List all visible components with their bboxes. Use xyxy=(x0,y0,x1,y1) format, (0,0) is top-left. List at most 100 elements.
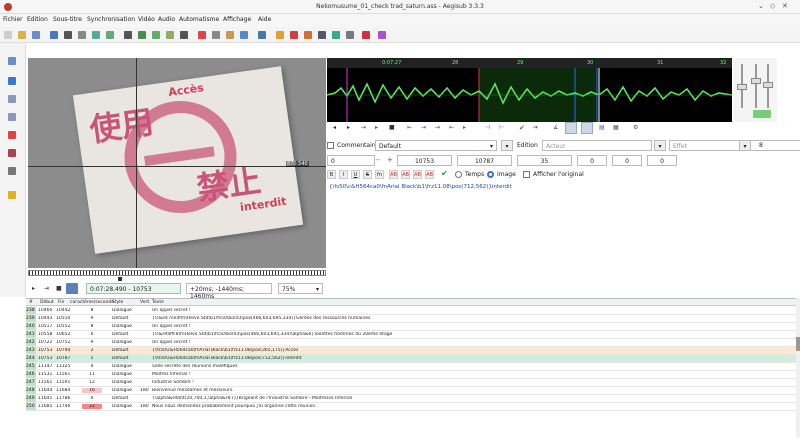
close-icon[interactable]: ✕ xyxy=(782,2,788,10)
menu-item-affichage[interactable]: Affichage xyxy=(220,14,254,25)
select-icon[interactable] xyxy=(318,31,326,39)
style-dropdown-button[interactable]: ▾ xyxy=(501,140,513,151)
prev-line-icon[interactable]: ◂ xyxy=(333,124,336,131)
secondary-color-button[interactable]: AB xyxy=(401,170,410,179)
standard-tool-icon[interactable] xyxy=(8,57,16,65)
col-vert[interactable]: Vert. xyxy=(140,300,151,305)
vector-clip-tool-icon[interactable] xyxy=(8,167,16,175)
menu-item-automatisme[interactable]: Automatisme xyxy=(176,14,222,25)
table-row[interactable]: 248 11644 11684 16 Dialogue 180 Bienvenue mesd… xyxy=(26,387,796,395)
italic-button[interactable]: I xyxy=(339,170,348,179)
subtitle-text-editor[interactable]: {\fs50\c&H564ca0\fnArial Black\b1\frz11.… xyxy=(327,182,772,292)
audio-open-icon[interactable] xyxy=(106,31,114,39)
margin-left-field[interactable]: 0 xyxy=(577,155,607,166)
col-end[interactable]: Fin xyxy=(58,300,64,305)
aspect-icon[interactable] xyxy=(92,31,100,39)
effect-input[interactable]: Effet xyxy=(669,140,800,151)
zoom-slider-handle[interactable] xyxy=(737,84,747,90)
pause-icon[interactable]: ■ xyxy=(389,124,395,131)
autocommit-icon[interactable]: ∡ xyxy=(553,124,558,131)
table-row[interactable]: 245 11147 11325 4 Dialogue Salle secrète des … xyxy=(26,363,796,371)
timing-settings-icon[interactable]: ⚙ xyxy=(633,124,638,131)
fonts-icon[interactable] xyxy=(166,31,174,39)
video-time-field[interactable]: 0:07:28.490 - 10753 xyxy=(86,283,181,294)
help-tool-icon[interactable] xyxy=(8,191,16,199)
table-row[interactable]: 250 11685 11746 22 Dialogue 180 Nous nous dema… xyxy=(26,403,796,411)
replace-icon[interactable] xyxy=(304,31,312,39)
strikeout-button[interactable]: S xyxy=(363,170,372,179)
video-seek-bar[interactable] xyxy=(28,270,326,276)
duration-field[interactable]: 35 xyxy=(517,155,572,166)
help-icon[interactable] xyxy=(378,31,386,39)
new-file-icon[interactable] xyxy=(4,31,12,39)
table-row[interactable]: 241 10558 10652 6 Default {\c&HfaffF8\fnHelvo… xyxy=(26,331,796,339)
styles-icon[interactable] xyxy=(138,31,146,39)
timing-icon[interactable] xyxy=(226,31,234,39)
video-display[interactable]: 使用 禁止 Accès interdit 870,540 xyxy=(28,58,326,268)
automation-icon[interactable] xyxy=(180,31,188,39)
table-row[interactable]: 249 11641 11786 6 Default {\alpha&H00\t(20,70… xyxy=(26,395,796,403)
jump-icon[interactable] xyxy=(64,31,72,39)
video-open-icon[interactable] xyxy=(50,31,58,39)
col-text[interactable]: Texte xyxy=(152,300,164,305)
bold-button[interactable]: B xyxy=(327,170,336,179)
comment-checkbox[interactable] xyxy=(327,142,334,149)
spellcheck-icon[interactable] xyxy=(276,31,284,39)
margin-right-field[interactable]: 0 xyxy=(612,155,642,166)
actor-input[interactable]: Acteur xyxy=(542,140,652,151)
next-line-icon[interactable]: ▸ xyxy=(347,124,350,131)
layer-field[interactable]: 0 xyxy=(327,155,375,166)
hotkeys-icon[interactable] xyxy=(346,31,354,39)
open-file-icon[interactable] xyxy=(18,31,26,39)
edit-style-label[interactable]: Edition xyxy=(517,142,538,149)
options-icon[interactable] xyxy=(332,31,340,39)
layer-plus-icon[interactable]: + xyxy=(387,156,393,164)
menu-item-aide[interactable]: Aide xyxy=(255,14,274,25)
table-row[interactable]: 243 10753 10794 2 Default {\fs50\c&H564ca0\fn… xyxy=(26,347,796,355)
drag-tool-icon[interactable] xyxy=(8,77,16,85)
save-icon[interactable] xyxy=(32,31,40,39)
menu-item-synchronisation[interactable]: Synchronisation xyxy=(84,14,138,25)
shadow-color-button[interactable]: AB xyxy=(425,170,434,179)
autoscroll-icon[interactable] xyxy=(66,283,78,294)
zoom-select[interactable]: 75% ▾ xyxy=(278,283,323,294)
outline-color-button[interactable]: AB xyxy=(413,170,422,179)
col-cps[interactable]: caractères/seconde xyxy=(70,300,114,305)
subtitle-grid[interactable]: # Début Fin caractères/seconde Style Ver… xyxy=(26,298,796,438)
table-row[interactable]: 240 10517 10552 8 Dialogue Un appel secret ! xyxy=(26,323,796,331)
vertical-zoom-slider[interactable] xyxy=(755,64,757,108)
commit-check-icon[interactable]: ✔ xyxy=(441,169,448,178)
link-slider-icon[interactable] xyxy=(753,110,771,118)
play-end-icon[interactable]: ⇥ xyxy=(435,124,440,131)
stop-icon[interactable]: ■ xyxy=(56,285,62,292)
menu-item-sous-titre[interactable]: Sous-titre xyxy=(50,14,85,25)
zoom-icon[interactable] xyxy=(78,31,86,39)
split-icon[interactable]: ▦ xyxy=(613,124,619,131)
find-icon[interactable] xyxy=(290,31,298,39)
font-button[interactable]: fn xyxy=(375,170,384,179)
col-number[interactable]: # xyxy=(29,300,33,305)
grid-scroll-thumb[interactable] xyxy=(796,337,800,351)
play-icon[interactable]: ▸ xyxy=(32,285,35,292)
table-row[interactable]: 246 11531 11561 11 Dialogue Maîtres Infernal … xyxy=(26,371,796,379)
show-original-checkbox[interactable] xyxy=(523,171,530,178)
autoscroll-audio-icon[interactable] xyxy=(565,122,577,134)
col-style[interactable]: Style xyxy=(112,300,123,305)
layer-minus-icon[interactable]: − xyxy=(375,156,381,164)
commit-icon[interactable]: ✔ xyxy=(519,124,525,132)
underline-button[interactable]: U xyxy=(351,170,360,179)
rotate-z-tool-icon[interactable] xyxy=(8,95,16,103)
script-icon[interactable] xyxy=(362,31,370,39)
end-time-field[interactable]: 10787 xyxy=(457,155,512,166)
effect-dropdown-button[interactable]: ▾ xyxy=(739,140,751,151)
table-row[interactable]: 238 10466 10442 8 Dialogue Un appel secret ! xyxy=(26,307,796,315)
resample-icon[interactable] xyxy=(212,31,220,39)
attachments-icon[interactable] xyxy=(152,31,160,39)
menu-item-audio[interactable]: Audio xyxy=(155,14,178,25)
play-start-icon[interactable]: ⇤ xyxy=(449,124,454,131)
scale-tool-icon[interactable] xyxy=(8,131,16,139)
rotate-xy-tool-icon[interactable] xyxy=(8,113,16,121)
menu-item-edition[interactable]: Edition xyxy=(24,14,51,25)
maximize-icon[interactable]: ◇ xyxy=(770,2,775,10)
minimize-icon[interactable]: ⌄ xyxy=(758,2,764,10)
